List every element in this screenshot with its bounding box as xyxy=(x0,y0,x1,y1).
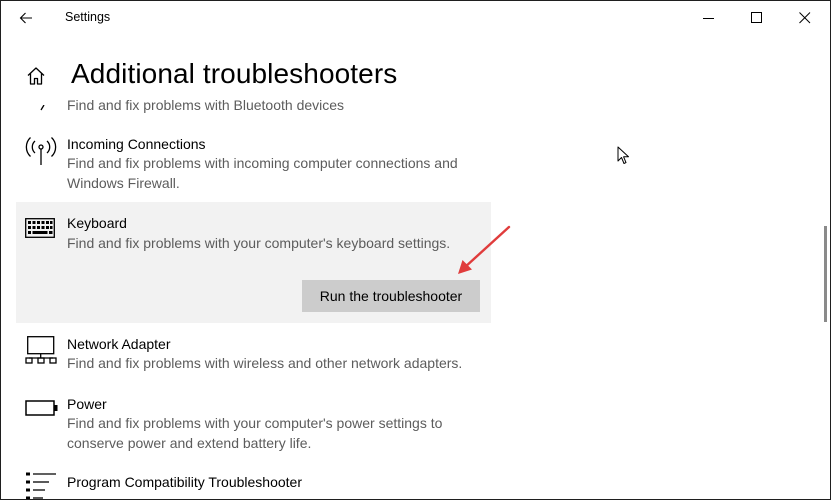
mouse-cursor-icon xyxy=(617,146,630,169)
keyboard-icon xyxy=(25,218,55,242)
troubleshooter-network-adapter[interactable]: Network Adapter Find and fix problems wi… xyxy=(16,334,491,376)
back-arrow-icon xyxy=(19,12,32,24)
troubleshooter-incoming-connections[interactable]: Incoming Connections Find and fix proble… xyxy=(16,134,491,196)
troubleshooter-name: Power xyxy=(67,396,107,412)
troubleshooter-description: Find and fix problems with your computer… xyxy=(67,235,451,251)
troubleshooter-name: Keyboard xyxy=(67,215,127,231)
troubleshooter-bluetooth[interactable]: Find and fix problems with Bluetooth dev… xyxy=(16,96,491,118)
maximize-icon xyxy=(751,12,762,23)
troubleshooter-name: Network Adapter xyxy=(67,336,171,352)
vertical-scrollbar[interactable] xyxy=(824,226,827,322)
close-icon xyxy=(799,12,811,24)
minimize-icon xyxy=(703,18,714,19)
app-title: Settings xyxy=(65,10,111,24)
close-button[interactable] xyxy=(782,0,828,36)
battery-icon xyxy=(25,400,59,420)
network-adapter-icon xyxy=(25,335,57,369)
annotation-arrow-icon xyxy=(452,222,514,282)
troubleshooter-keyboard[interactable]: Keyboard Find and fix problems with your… xyxy=(16,202,491,323)
back-button[interactable] xyxy=(8,4,44,32)
troubleshooter-program-compatibility[interactable]: Program Compatibility Troubleshooter xyxy=(16,472,491,500)
troubleshooter-power[interactable]: Power Find and fix problems with your co… xyxy=(16,394,491,456)
minimize-button[interactable] xyxy=(686,0,732,36)
troubleshooter-description: Find and fix problems with your computer… xyxy=(67,415,443,451)
troubleshooter-description: Find and fix problems with Bluetooth dev… xyxy=(67,97,345,113)
page-title: Additional troubleshooters xyxy=(71,58,398,89)
troubleshooter-name: Incoming Connections xyxy=(67,136,206,152)
home-button[interactable] xyxy=(26,66,46,90)
title-bar: Settings xyxy=(0,0,831,36)
bluetooth-icon xyxy=(39,96,45,115)
troubleshooter-description: Find and fix problems with incoming comp… xyxy=(67,155,458,191)
program-list-icon xyxy=(25,472,57,500)
troubleshooter-description: Find and fix problems with wireless and … xyxy=(67,355,463,371)
run-troubleshooter-button[interactable]: Run the troubleshooter xyxy=(302,280,480,312)
antenna-icon xyxy=(24,136,58,170)
troubleshooter-name: Program Compatibility Troubleshooter xyxy=(67,474,302,490)
maximize-button[interactable] xyxy=(734,0,780,36)
home-icon xyxy=(27,67,45,85)
